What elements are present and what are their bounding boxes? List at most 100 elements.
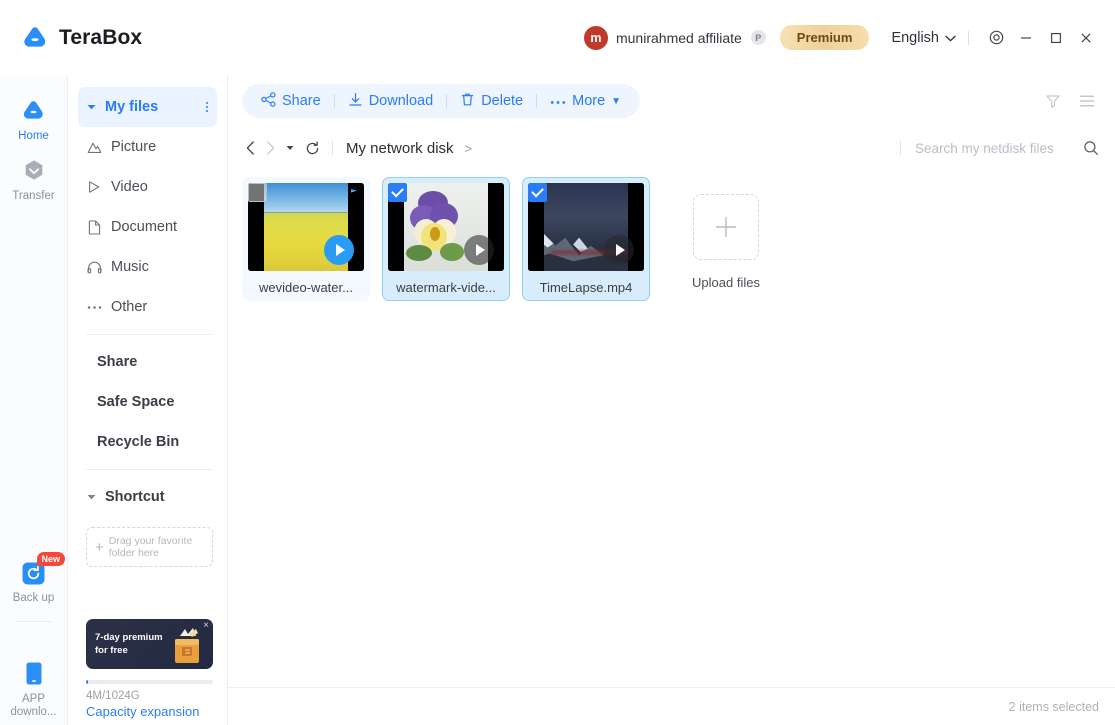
file-checkbox[interactable] [388,183,407,202]
sidebar-item-label: Shortcut [105,489,165,505]
rail-item-backup[interactable]: New Back up [0,551,68,611]
action-pill: Share Download Delete More ▼ [242,84,641,118]
storage-section: 4M/1024G Capacity expansion [68,680,227,719]
rail-item-app-download[interactable]: APP downlo... [0,652,68,725]
file-checkbox[interactable] [248,183,267,202]
title-bar: TeraBox m munirahmed affiliate P Premium… [0,0,1115,75]
delete-button[interactable]: Delete [447,84,536,118]
navigation-controls [242,140,320,156]
chevron-left-icon[interactable] [246,141,255,155]
main-content: Share Download Delete More ▼ My network … [228,75,1115,725]
caret-down-icon[interactable] [86,104,96,110]
download-icon [348,92,363,111]
file-card[interactable]: wevideo-water... [242,177,370,301]
language-selector[interactable]: English [891,30,956,46]
play-button[interactable] [604,235,634,265]
gear-icon[interactable] [981,23,1011,53]
sidebar-item-label: Music [111,259,149,275]
user-name: munirahmed affiliate [615,29,742,46]
share-button[interactable]: Share [248,84,334,118]
ellipsis-icon [86,305,102,310]
file-checkbox[interactable] [528,183,547,202]
shortcut-dropzone[interactable]: + Drag your favorite folder here [86,527,213,567]
title-bar-right: m munirahmed affiliate P Premium English [583,0,1101,75]
file-grid: wevideo-water... watermark-vide... TimeL… [242,177,1099,301]
sidebar-item-safe-space[interactable]: Safe Space [78,382,217,422]
premium-button[interactable]: Premium [779,25,870,50]
search-icon[interactable] [1083,140,1099,156]
share-label: Share [282,93,321,109]
download-button[interactable]: Download [335,84,447,118]
more-button[interactable]: More ▼ [537,84,634,118]
body: Home Transfer New Back up APP downlo... … [0,75,1115,725]
ellipsis-icon [550,93,566,109]
sidebar-item-share[interactable]: Share [78,342,217,382]
document-icon [86,219,102,235]
brand-name: TeraBox [59,25,143,49]
capacity-expansion-link[interactable]: Capacity expansion [86,704,213,719]
new-badge: New [36,552,66,566]
brand: TeraBox [20,25,142,51]
rail-item-label: APP downlo... [10,693,57,718]
upload-dropzone[interactable] [693,194,759,260]
status-bar: 2 items selected [228,687,1115,725]
divider [332,140,333,156]
sidebar-item-label: Document [111,219,178,235]
search-bar [900,140,1099,156]
delete-label: Delete [481,93,524,109]
flag-icon [350,188,359,199]
user-account[interactable]: m munirahmed affiliate P [583,25,766,50]
breadcrumb-item-root[interactable]: My network disk [346,140,454,157]
avatar: m [583,25,608,50]
window-controls [981,23,1101,53]
promo-text: 7-day premium for free [86,631,164,657]
breadcrumb: My network disk > [346,140,472,157]
rail-item-label: Transfer [12,190,55,202]
refresh-icon[interactable] [305,140,320,156]
cloud-icon [20,97,48,125]
close-icon[interactable] [1071,23,1101,53]
sidebar-item-picture[interactable]: Picture [78,127,217,167]
video-icon [86,180,102,194]
chevron-right-icon [266,141,275,155]
promo-card[interactable]: 7-day premium for free × [86,619,213,669]
sidebar-item-document[interactable]: Document [78,207,217,247]
rail-item-transfer[interactable]: Transfer [0,149,68,209]
storage-progress-fill [86,680,88,684]
rail-item-home[interactable]: Home [0,89,68,149]
sidebar-item-shortcut[interactable]: Shortcut [78,477,217,517]
mobile-app-icon [20,660,48,688]
divider [900,140,901,156]
play-button[interactable] [324,235,354,265]
terabox-window: TeraBox m munirahmed affiliate P Premium… [0,0,1115,725]
sidebar-item-my-files[interactable]: My files [78,87,217,127]
file-thumbnail [528,183,644,271]
sort-filter-icon[interactable] [1045,93,1061,109]
minimize-icon[interactable] [1011,23,1041,53]
rail-divider [15,621,52,622]
breadcrumb-bar: My network disk > [228,127,1115,169]
promo-line-1: 7-day premium [95,632,163,643]
sidebar-item-label: Recycle Bin [97,434,180,450]
play-button[interactable] [464,235,494,265]
upload-files-tile[interactable]: Upload files [662,177,790,301]
gift-bag-icon [163,624,209,668]
rail-item-label: Home [18,130,49,142]
sidebar-divider [86,334,213,335]
file-card[interactable]: TimeLapse.mp4 [522,177,650,301]
plus-icon [716,217,736,237]
file-card[interactable]: watermark-vide... [382,177,510,301]
file-thumbnail [248,183,364,271]
list-view-icon[interactable] [1079,94,1095,108]
more-options-icon[interactable] [205,100,208,114]
sidebar-item-label: Video [111,179,148,195]
caret-down-icon[interactable] [86,494,96,500]
search-input[interactable] [915,140,1075,156]
sidebar-item-recycle-bin[interactable]: Recycle Bin [78,422,217,462]
sidebar-item-music[interactable]: Music [78,247,217,287]
sidebar-item-other[interactable]: Other [78,287,217,327]
maximize-icon[interactable] [1041,23,1071,53]
sidebar-item-video[interactable]: Video [78,167,217,207]
history-caret-down-icon[interactable] [286,145,294,151]
view-options [1045,93,1099,109]
